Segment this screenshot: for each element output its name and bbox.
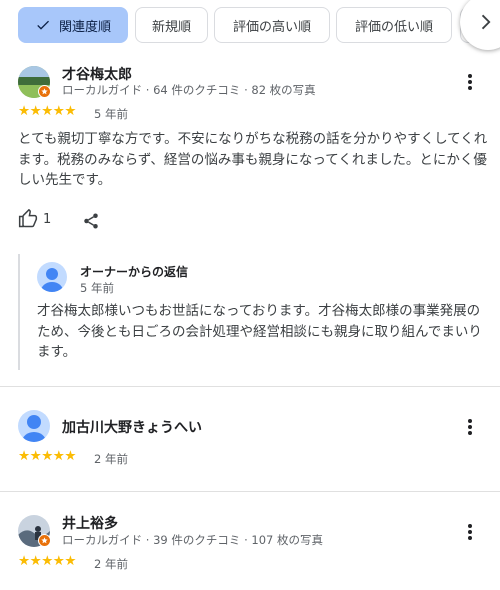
like-button[interactable]: 1 (18, 209, 51, 229)
avatar[interactable] (18, 410, 50, 442)
thumbs-up-icon (18, 209, 38, 229)
chip-label: 関連度順 (58, 19, 111, 35)
chip-lowest-rating[interactable]: 評価の低い順 (336, 7, 452, 43)
chip-newest[interactable]: 新規順 (135, 7, 208, 43)
reviewer-name[interactable]: 加古川大野きょうへい (62, 417, 202, 437)
divider (0, 386, 500, 387)
owner-reply-time: 5 年前 (80, 281, 114, 295)
more-options-button[interactable] (458, 520, 482, 544)
chip-label: 新規順 (151, 19, 191, 35)
owner-reply-title: オーナーからの返信 (80, 265, 189, 279)
reviewer-name[interactable]: 井上裕多 (62, 513, 118, 533)
star-badge-icon (38, 534, 51, 547)
review-time: 5 年前 (94, 107, 128, 121)
review-text: とても親切丁寧な方です。不安になりがちな税務の話を分かりやすくしてくれます。税務… (18, 131, 488, 188)
owner-avatar (37, 262, 67, 292)
like-count: 1 (43, 211, 52, 227)
reply-border (18, 254, 20, 370)
chip-label: 評価の低い順 (354, 19, 433, 35)
more-vert-icon (468, 524, 472, 540)
review-time: 2 年前 (94, 452, 128, 466)
star-rating: ★★★★★ (18, 103, 77, 119)
reviewer-meta: ローカルガイド · 39 件のクチコミ · 107 枚の写真 (62, 533, 323, 547)
star-badge-icon (38, 85, 51, 98)
more-vert-icon (468, 419, 472, 435)
more-options-button[interactable] (458, 70, 482, 94)
more-options-button[interactable] (458, 415, 482, 439)
star-rating: ★★★★★ (18, 553, 77, 569)
star-rating: ★★★★★ (18, 448, 77, 464)
check-icon (35, 17, 51, 33)
sort-chip-bar: 関連度順 新規順 評価の高い順 評価の低い順 (18, 7, 500, 45)
share-button[interactable] (82, 212, 100, 234)
chip-relevance[interactable]: 関連度順 (18, 7, 128, 43)
divider (0, 491, 500, 492)
chip-highest-rating[interactable]: 評価の高い順 (214, 7, 330, 43)
reviewer-meta: ローカルガイド · 64 件のクチコミ · 82 枚の写真 (62, 83, 316, 97)
chevron-right-icon (474, 11, 496, 33)
owner-reply-text: 才谷梅太郎様いつもお世話になっております。才谷梅太郎様の事業発展のため、今後とも… (37, 303, 482, 360)
share-icon (84, 213, 98, 229)
reviewer-name[interactable]: 才谷梅太郎 (62, 64, 132, 84)
review-time: 2 年前 (94, 557, 128, 571)
chip-label: 評価の高い順 (232, 19, 311, 35)
more-vert-icon (468, 74, 472, 90)
